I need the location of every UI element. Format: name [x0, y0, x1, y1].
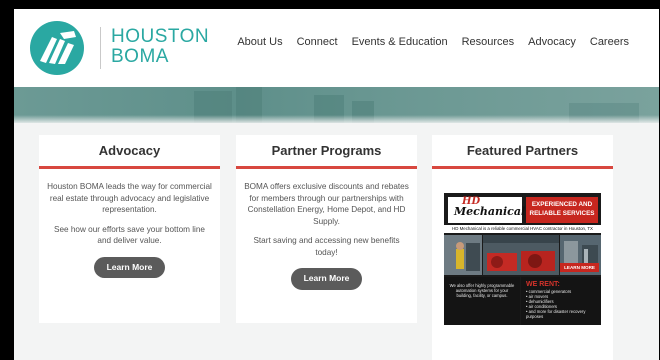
partner-programs-learn-more-button[interactable]: Learn More	[290, 268, 363, 290]
rent-list-item: • and more for disaster recovery purpose…	[526, 309, 586, 319]
advocacy-learn-more-button[interactable]: Learn More	[93, 256, 166, 278]
ad-rent-list: • commercial generators • air movers • d…	[526, 289, 598, 319]
generators-image	[483, 235, 559, 275]
ad-headline: EXPERIENCED AND RELIABLE SERVICES	[526, 197, 598, 223]
ad-tagline: HD Mechanical is a reliable commercial H…	[444, 225, 601, 233]
banner-fade	[14, 115, 659, 123]
card-body: BOMA offers exclusive discounts and reba…	[236, 169, 417, 290]
hd-mechanical-logo: HD Mechanical	[448, 196, 526, 223]
ad-learn-more-button[interactable]: LEARN MORE	[560, 263, 599, 272]
card-text: Houston BOMA leads the way for commercia…	[47, 182, 212, 214]
card-text: Start saving and accessing new benefits …	[253, 236, 400, 257]
hd-mechanical-ad[interactable]: HD Mechanical EXPERIENCED AND RELIABLE S…	[444, 193, 601, 325]
card-title: Featured Partners	[432, 135, 613, 169]
hero-banner-image	[14, 87, 659, 123]
card-text: See how our efforts save your bottom lin…	[54, 224, 205, 246]
ad-rent-section: WE RENT: • commercial generators • air m…	[521, 277, 601, 325]
card-text: BOMA offers exclusive discounts and reba…	[244, 182, 409, 226]
logo-divider	[100, 27, 101, 69]
card-title: Partner Programs	[236, 135, 417, 169]
hd-logo-wordmark: Mechanical	[454, 205, 526, 218]
ad-we-rent-heading: WE RENT:	[526, 281, 560, 288]
houston-boma-logo[interactable]: HOUSTON BOMA	[30, 21, 210, 75]
boma-logo-icon	[30, 21, 84, 75]
featured-partners-card: Featured Partners HD Mechanical EXPERIEN…	[432, 135, 613, 360]
ad-photo-generators	[483, 235, 559, 275]
nav-connect[interactable]: Connect	[297, 36, 338, 48]
advocacy-card: Advocacy Houston BOMA leads the way for …	[39, 135, 220, 323]
partner-programs-card: Partner Programs BOMA offers exclusive d…	[236, 135, 417, 323]
nav-events-education[interactable]: Events & Education	[352, 36, 448, 48]
page-frame: HOUSTON BOMA About Us Connect Events & E…	[14, 9, 659, 360]
logo-line1: HOUSTON	[111, 26, 210, 47]
ad-photo-technician	[444, 235, 482, 275]
logo-line2: BOMA	[111, 46, 169, 67]
card-title: Advocacy	[39, 135, 220, 169]
nav-resources[interactable]: Resources	[462, 36, 515, 48]
ad-automation-text: We also offer highly programmable automa…	[444, 277, 520, 325]
main-nav: About Us Connect Events & Education Reso…	[237, 36, 629, 48]
nav-careers[interactable]: Careers	[590, 36, 629, 48]
nav-about-us[interactable]: About Us	[237, 36, 282, 48]
logo-wordmark: HOUSTON BOMA	[111, 27, 209, 67]
nav-advocacy[interactable]: Advocacy	[528, 36, 576, 48]
technician-image	[444, 235, 482, 275]
site-header: HOUSTON BOMA About Us Connect Events & E…	[14, 9, 659, 87]
card-body: Houston BOMA leads the way for commercia…	[39, 169, 220, 278]
